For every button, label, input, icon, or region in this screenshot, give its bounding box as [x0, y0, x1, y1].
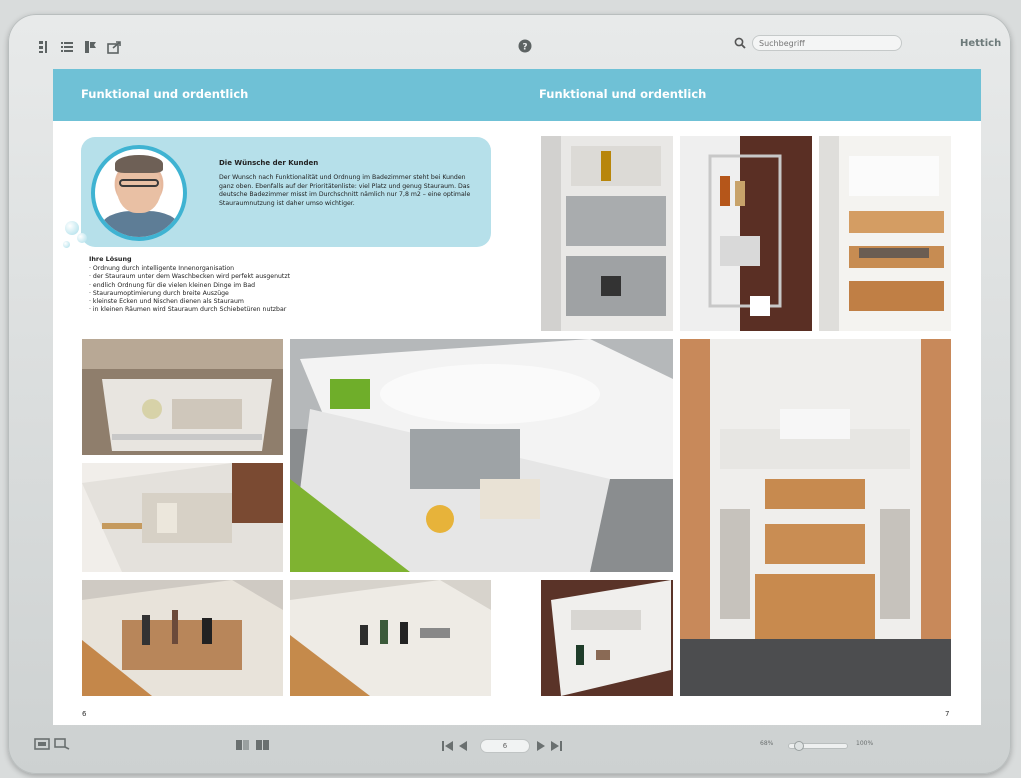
list-item: · endlich Ordnung für die vielen kleinen… [89, 281, 256, 289]
left-page-title: Funktional und ordentlich [81, 87, 249, 101]
zoom-slider[interactable] [788, 741, 848, 751]
list-item: · Ordnung durch intelligente Innenorgani… [89, 265, 235, 272]
previous-page-icon[interactable] [458, 740, 468, 754]
help-icon[interactable]: ? [514, 35, 536, 57]
zoom-max-label: 100% [856, 740, 874, 747]
page-number-field[interactable]: 6 [480, 739, 530, 753]
zoom-min-label: 68% [760, 740, 774, 747]
list-item: · Stauraumoptimierung durch breite Auszü… [89, 289, 229, 297]
zoom-out-icon[interactable] [54, 738, 70, 753]
photo-washbasin-drawer [290, 339, 673, 572]
share-icon[interactable] [104, 36, 126, 58]
photo-small-drawer [541, 580, 673, 696]
single-page-view-icon[interactable] [236, 739, 250, 753]
photo-tall-cabinet-pullouts [541, 136, 673, 331]
thumbnails-icon[interactable] [34, 36, 56, 58]
header-band: Funktional und ordentlich Funktional und… [53, 69, 981, 121]
next-page-icon[interactable] [536, 740, 546, 754]
list-item: · der Stauraum unter dem Waschbecken wir… [89, 273, 291, 281]
bookmark-icon[interactable] [80, 36, 102, 58]
solution-heading: Ihre Lösung [89, 255, 132, 263]
customer-portrait [91, 145, 187, 241]
left-page-number: 6 [82, 710, 87, 718]
brand-logo: Hettich [960, 38, 1002, 49]
first-page-icon[interactable] [442, 740, 454, 754]
photo-large-wardrobe [680, 339, 951, 696]
search-icon[interactable] [732, 35, 748, 51]
search-box [732, 34, 912, 52]
list-icon[interactable] [56, 36, 78, 58]
wish-text: Der Wunsch nach Funktionalität und Ordnu… [219, 174, 471, 207]
list-item: · kleinste Ecken und Nischen dienen als … [89, 298, 244, 306]
photo-cutlery-insert [82, 463, 283, 572]
photo-cosmetics-drawer [290, 580, 491, 696]
right-page-number: 7 [945, 710, 950, 718]
photo-towel-cabinet [819, 136, 951, 331]
search-input[interactable] [752, 35, 902, 51]
list-item: · in kleinen Räumen wird Stauraum durch … [89, 306, 287, 314]
photo-drawer-open [82, 339, 283, 455]
right-page-title: Funktional und ordentlich [539, 87, 707, 101]
fullscreen-icon[interactable] [34, 738, 50, 753]
wish-heading: Die Wünsche der Kunden [219, 159, 319, 167]
zoom-slider-handle[interactable] [793, 741, 804, 751]
magazine-spread: Funktional und ordentlich Funktional und… [53, 69, 981, 725]
last-page-icon[interactable] [550, 740, 562, 754]
solution-list: · Ordnung durch intelligente Innenorgani… [89, 265, 389, 315]
photo-pullout-basket [680, 136, 812, 331]
photo-makeup-drawer [82, 580, 283, 696]
svg-text:?: ? [522, 43, 527, 53]
double-page-view-icon[interactable] [256, 739, 270, 753]
